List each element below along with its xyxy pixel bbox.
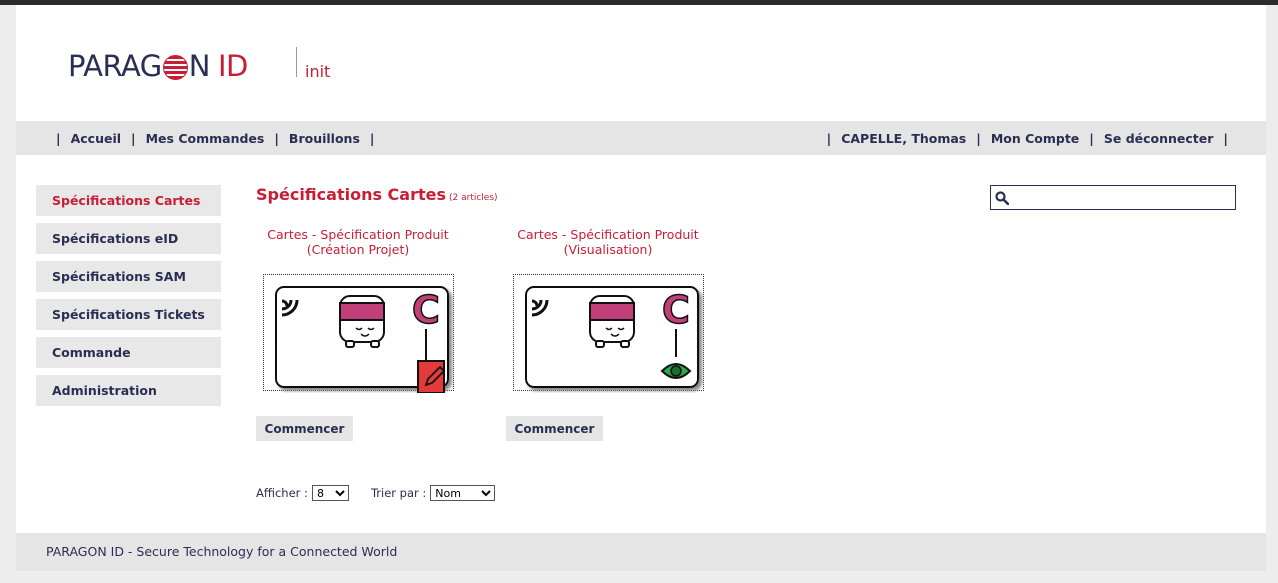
start-button-creation[interactable]: Commencer — [256, 416, 353, 441]
smart-card-icon: C — [525, 286, 699, 388]
list-controls: Afficher : 8 Trier par : Nom — [256, 485, 496, 501]
sidebar-item-specifications-cartes[interactable]: Spécifications Cartes — [36, 185, 221, 216]
nav-separator: | — [826, 131, 832, 146]
nav-brouillons[interactable]: Brouillons — [289, 131, 360, 146]
nav-separator: | — [369, 131, 375, 146]
product-title-line2: (Visualisation) — [563, 242, 653, 257]
nav-separator: | — [1223, 131, 1228, 146]
product-image-creation[interactable]: C — [263, 274, 454, 393]
show-count-select[interactable]: 8 — [311, 485, 349, 501]
sidebar-item-administration[interactable]: Administration — [36, 375, 221, 406]
sidebar-item-specifications-tickets[interactable]: Spécifications Tickets — [36, 299, 221, 330]
search-input[interactable] — [1013, 187, 1235, 208]
nav-logout[interactable]: Se déconnecter — [1104, 131, 1214, 146]
logo-text-id: ID — [217, 49, 248, 83]
nav-mon-compte[interactable]: Mon Compte — [991, 131, 1079, 146]
page-title-text: Spécifications Cartes — [256, 185, 446, 204]
product-card-visualisation: Cartes - Spécification Produit (Visualis… — [498, 227, 718, 257]
footer: PARAGON ID - Secure Technology for a Con… — [16, 533, 1266, 571]
show-label: Afficher : — [256, 486, 308, 500]
footer-text: PARAGON ID - Secure Technology for a Con… — [46, 544, 398, 559]
nav-separator: | — [131, 131, 136, 146]
nav-separator: | — [274, 131, 279, 146]
nav-separator: | — [976, 131, 981, 146]
nav-left: | Accueil | Mes Commandes | Brouillons | — [46, 131, 384, 146]
search-box — [990, 185, 1236, 210]
page-title: Spécifications Cartes (2 articles) — [256, 185, 498, 204]
sidebar-item-specifications-eid[interactable]: Spécifications eID — [36, 223, 221, 254]
product-title-line1: Cartes - Spécification Produit — [267, 227, 449, 242]
nav-mes-commandes[interactable]: Mes Commandes — [146, 131, 265, 146]
sidebar-item-commande[interactable]: Commande — [36, 337, 221, 368]
svg-text:C: C — [662, 288, 690, 332]
paragon-logo[interactable]: PARAG N ID — [68, 49, 248, 83]
article-count: (2 articles) — [449, 193, 498, 203]
sidebar: Spécifications Cartes Spécifications eID… — [36, 185, 221, 413]
svg-text:C: C — [412, 288, 440, 332]
logo-wordmark: PARAG N ID — [68, 49, 248, 83]
sidebar-item-specifications-sam[interactable]: Spécifications SAM — [36, 261, 221, 292]
nav-user-name[interactable]: CAPELLE, Thomas — [841, 131, 966, 146]
product-card-creation: Cartes - Spécification Produit (Création… — [248, 227, 468, 257]
smart-card-icon: C — [275, 286, 449, 393]
logo-text-n: N — [188, 49, 211, 83]
nav-accueil[interactable]: Accueil — [71, 131, 121, 146]
environment-label: init — [305, 62, 331, 81]
nav-right: | CAPELLE, Thomas | Mon Compte | Se déco… — [817, 131, 1238, 146]
nav-separator: | — [1089, 131, 1094, 146]
logo-text-main: PARAG — [68, 49, 162, 83]
sort-label: Trier par : — [370, 486, 427, 500]
sort-select[interactable]: Nom — [430, 485, 496, 501]
product-image-visualisation[interactable]: C — [513, 274, 704, 391]
product-title-line2: (Création Projet) — [306, 242, 410, 257]
start-button-visualisation[interactable]: Commencer — [506, 416, 603, 441]
page-container: PARAG N ID init | Accueil | Mes Commandes … — [16, 5, 1266, 571]
main-navbar: | Accueil | Mes Commandes | Brouillons |… — [16, 121, 1266, 155]
logo-globe-icon — [162, 54, 188, 80]
search-icon — [995, 190, 1009, 205]
logo-divider — [296, 47, 297, 77]
nav-separator: | — [56, 131, 61, 146]
product-title-line1: Cartes - Spécification Produit — [517, 227, 699, 242]
